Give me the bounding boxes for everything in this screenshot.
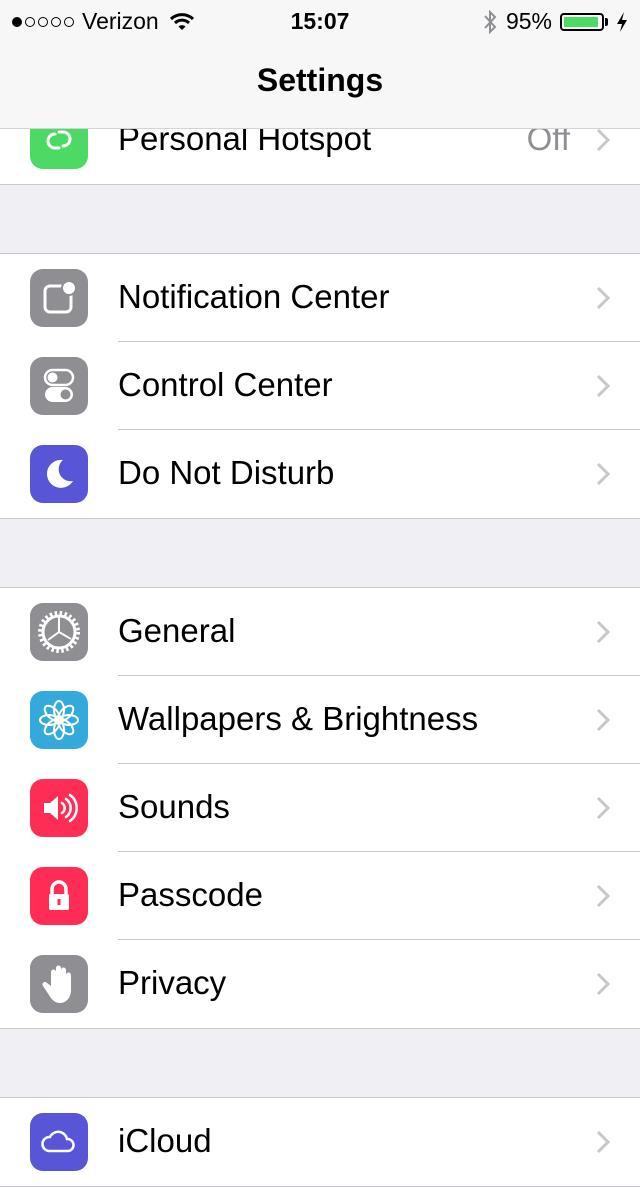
battery-percent: 95% <box>505 8 552 34</box>
chevron-right-icon <box>596 708 610 732</box>
settings-row-label: Notification Center <box>118 278 390 315</box>
group-general: General Wallpapers & Brightness Sounds P… <box>0 587 640 1029</box>
hand-icon <box>30 955 88 1013</box>
settings-row-passcode[interactable]: Passcode <box>0 852 640 940</box>
settings-row-general[interactable]: General <box>0 588 640 676</box>
settings-row-label: iCloud <box>118 1122 212 1159</box>
chevron-right-icon <box>596 462 610 486</box>
lock-icon <box>30 867 88 925</box>
settings-row-label: Control Center <box>118 366 333 403</box>
cloud-icon <box>30 1113 88 1171</box>
speaker-icon <box>30 779 88 837</box>
chevron-right-icon <box>596 972 610 996</box>
settings-row-control-center[interactable]: Control Center <box>0 342 640 430</box>
settings-row-label: Sounds <box>118 788 230 825</box>
control-center-icon <box>30 357 88 415</box>
settings-row-sounds[interactable]: Sounds <box>0 764 640 852</box>
chevron-right-icon <box>596 286 610 310</box>
chevron-right-icon <box>596 128 610 152</box>
bluetooth-icon <box>484 9 497 34</box>
settings-row-do-not-disturb[interactable]: Do Not Disturb <box>0 430 640 518</box>
chevron-right-icon <box>596 796 610 820</box>
flower-icon <box>30 691 88 749</box>
settings-row-label: Do Not Disturb <box>118 454 335 491</box>
page-title: Settings <box>256 62 384 98</box>
gear-icon <box>30 603 88 661</box>
settings-row-label: Wallpapers & Brightness <box>118 700 479 737</box>
settings-row-notification-center[interactable]: Notification Center <box>0 254 640 342</box>
group-notifications: Notification Center Control Center Do No… <box>0 253 640 519</box>
status-bar: Verizon 15:07 95% <box>0 0 640 40</box>
chevron-right-icon <box>596 374 610 398</box>
chevron-right-icon <box>596 620 610 644</box>
settings-row-wallpapers-brightness[interactable]: Wallpapers & Brightness <box>0 676 640 764</box>
battery-icon <box>560 12 608 31</box>
chevron-right-icon <box>596 884 610 908</box>
settings-row-label: General <box>118 612 236 649</box>
settings-row-label: Privacy <box>118 964 227 1001</box>
settings-row-label: Passcode <box>118 876 263 913</box>
chevron-right-icon <box>596 1130 610 1154</box>
navigation-bar: Verizon 15:07 95% Settings <box>0 0 640 129</box>
charging-bolt-icon <box>617 11 627 32</box>
moon-icon <box>30 445 88 503</box>
notification-center-icon <box>30 269 88 327</box>
settings-row-privacy[interactable]: Privacy <box>0 940 640 1028</box>
settings-row-icloud[interactable]: iCloud <box>0 1098 640 1186</box>
group-accounts: iCloud <box>0 1097 640 1187</box>
battery-level-fill <box>564 16 599 27</box>
